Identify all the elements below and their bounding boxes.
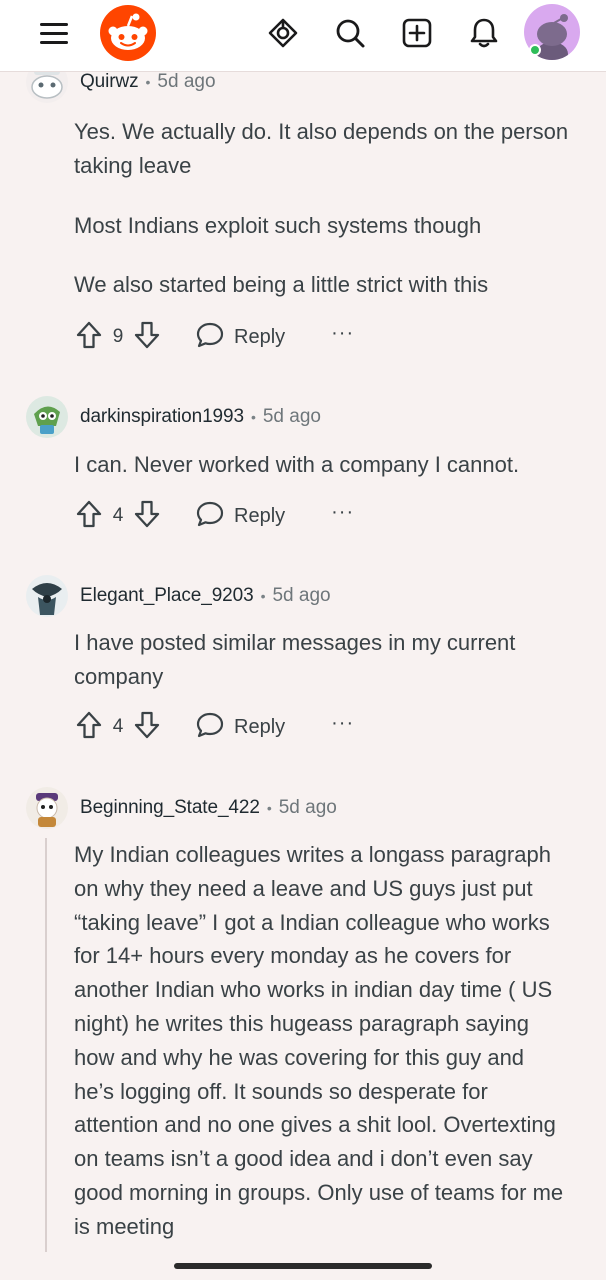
- search-icon: [334, 17, 366, 49]
- comment-timestamp: 5d ago: [272, 585, 331, 606]
- reddit-logo[interactable]: [100, 5, 156, 61]
- comment-timestamp: 5d ago: [262, 406, 321, 427]
- reply-button[interactable]: Reply: [196, 322, 285, 353]
- avatar[interactable]: [26, 396, 68, 438]
- create-post-icon: [402, 18, 432, 48]
- comment-paragraph: I have posted similar messages in my cur…: [74, 630, 516, 689]
- popular-button[interactable]: [257, 10, 309, 56]
- upvote-icon[interactable]: [76, 711, 102, 744]
- vote-count: 4: [112, 716, 124, 737]
- upvote-icon[interactable]: [76, 321, 102, 354]
- downvote-icon[interactable]: [134, 711, 160, 744]
- downvote-icon[interactable]: [134, 500, 160, 533]
- thread-line[interactable]: [45, 838, 47, 1258]
- reply-button[interactable]: Reply: [196, 712, 285, 743]
- username[interactable]: darkinspiration1993: [80, 406, 244, 428]
- comment-paragraph: Most Indians exploit such systems though: [74, 212, 482, 238]
- reply-label: Reply: [234, 504, 286, 527]
- reply-label: Reply: [234, 325, 286, 348]
- top-app-bar: [0, 0, 606, 72]
- more-options-button[interactable]: ···: [331, 323, 354, 343]
- downvote-icon[interactable]: [134, 321, 160, 354]
- comment-paragraph: Yes. We actually do. It also depends on …: [74, 119, 569, 178]
- comment-meta: darkinspiration1993 • 5d ago: [26, 396, 321, 438]
- username[interactable]: Beginning_State_422: [80, 797, 260, 819]
- more-options-button[interactable]: ···: [331, 713, 354, 733]
- username[interactable]: Quirwz: [80, 71, 139, 93]
- reply-button[interactable]: Reply: [196, 501, 285, 532]
- comment-meta: Beginning_State_422 • 5d ago: [26, 787, 337, 829]
- reply-icon: [196, 501, 224, 532]
- avatar[interactable]: [26, 787, 68, 829]
- online-status-indicator: [529, 44, 541, 56]
- comment-paragraph: I can. Never worked with a company I can…: [74, 452, 520, 477]
- menu-button[interactable]: [28, 10, 80, 56]
- meta-separator: •: [266, 800, 272, 816]
- comment-actions: 4 Reply ···: [76, 709, 354, 745]
- meta-separator: •: [250, 409, 256, 425]
- popular-icon: [267, 17, 299, 49]
- upvote-icon[interactable]: [76, 500, 102, 533]
- comment-body: My Indian colleagues writes a longass pa…: [74, 838, 570, 1244]
- comment-body: I have posted similar messages in my cur…: [74, 626, 574, 694]
- avatar[interactable]: [26, 575, 68, 617]
- reply-label: Reply: [234, 715, 286, 738]
- home-indicator[interactable]: [174, 1263, 432, 1269]
- username[interactable]: Elegant_Place_9203: [80, 585, 254, 607]
- more-options-button[interactable]: ···: [331, 502, 354, 522]
- comment-timestamp: 5d ago: [157, 71, 216, 92]
- comment-meta: Elegant_Place_9203 • 5d ago: [26, 575, 331, 617]
- reply-icon: [196, 322, 224, 353]
- meta-separator: •: [260, 588, 266, 604]
- search-button[interactable]: [324, 10, 376, 56]
- create-post-button[interactable]: [391, 10, 443, 56]
- comment-body: Yes. We actually do. It also depends on …: [74, 115, 574, 302]
- comment-paragraph: My Indian colleagues writes a longass pa…: [74, 842, 564, 1239]
- comment-timestamp: 5d ago: [278, 797, 337, 818]
- comment-body: I can. Never worked with a company I can…: [74, 448, 574, 482]
- vote-count: 9: [112, 326, 124, 347]
- notifications-button[interactable]: [458, 10, 510, 56]
- comment-actions: 4 Reply ···: [76, 498, 354, 534]
- meta-separator: •: [145, 74, 151, 90]
- menu-icon: [40, 21, 68, 45]
- comment-paragraph: We also started being a little strict wi…: [74, 272, 489, 298]
- vote-count: 4: [112, 505, 124, 526]
- notifications-icon: [469, 17, 499, 49]
- reply-icon: [196, 712, 224, 743]
- comment-actions: 9 Reply ···: [76, 319, 354, 355]
